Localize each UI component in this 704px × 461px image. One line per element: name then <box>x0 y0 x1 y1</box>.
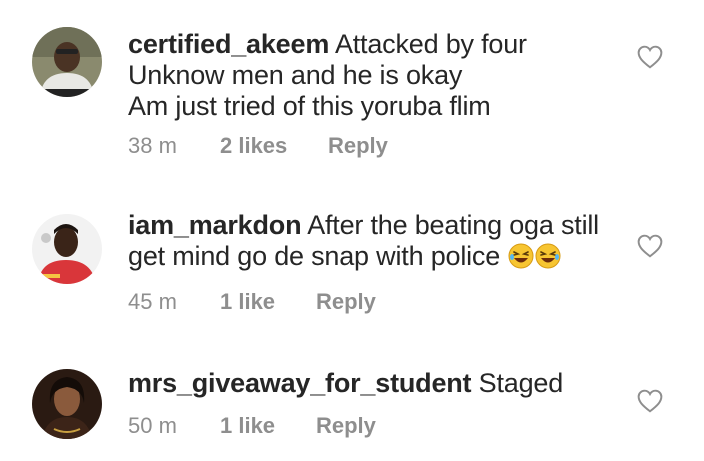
comment-username[interactable]: iam_markdon <box>128 210 302 240</box>
comment-line: Am just tried of this yoruba flim <box>128 91 491 121</box>
rofl-emoji-icon <box>535 243 561 269</box>
comment-line: get mind go de snap with police <box>128 241 501 271</box>
comment-item: iam_markdon After the beating oga still … <box>0 170 704 320</box>
comment-line: Staged <box>478 368 564 398</box>
comment-text: certified_akeem Attacked by four Unknow … <box>128 29 618 122</box>
comment-item: mrs_giveaway_for_student Staged 50 m 1 l… <box>0 340 704 461</box>
heart-outline-icon[interactable] <box>637 389 663 413</box>
comment-username[interactable]: certified_akeem <box>128 29 329 59</box>
comment-likes[interactable]: 2 likes <box>220 133 287 159</box>
comment-username[interactable]: mrs_giveaway_for_student <box>128 368 472 398</box>
reply-button[interactable]: Reply <box>316 413 376 439</box>
comment-line: After the beating oga still <box>307 210 599 240</box>
rofl-emoji-icon <box>508 243 534 269</box>
comment-line: Attacked by four <box>334 29 527 59</box>
user-avatar-photo-icon <box>32 214 102 284</box>
avatar[interactable] <box>32 369 102 439</box>
reply-button[interactable]: Reply <box>316 289 376 315</box>
comment-item: certified_akeem Attacked by four Unknow … <box>0 0 704 170</box>
user-avatar-photo-icon <box>32 369 102 439</box>
heart-outline-icon[interactable] <box>637 45 663 69</box>
user-avatar-photo-icon <box>32 27 102 97</box>
heart-outline-icon[interactable] <box>637 234 663 258</box>
avatar[interactable] <box>32 27 102 97</box>
comment-likes[interactable]: 1 like <box>220 289 275 315</box>
comment-timestamp: 38 m <box>128 133 177 158</box>
avatar[interactable] <box>32 214 102 284</box>
comment-line: Unknow men and he is okay <box>128 60 463 90</box>
comment-timestamp: 50 m <box>128 413 177 438</box>
reply-button[interactable]: Reply <box>328 133 388 159</box>
comment-timestamp: 45 m <box>128 289 177 314</box>
comment-text: mrs_giveaway_for_student Staged <box>128 368 618 399</box>
comment-likes[interactable]: 1 like <box>220 413 275 439</box>
comment-text: iam_markdon After the beating oga still … <box>128 210 618 272</box>
